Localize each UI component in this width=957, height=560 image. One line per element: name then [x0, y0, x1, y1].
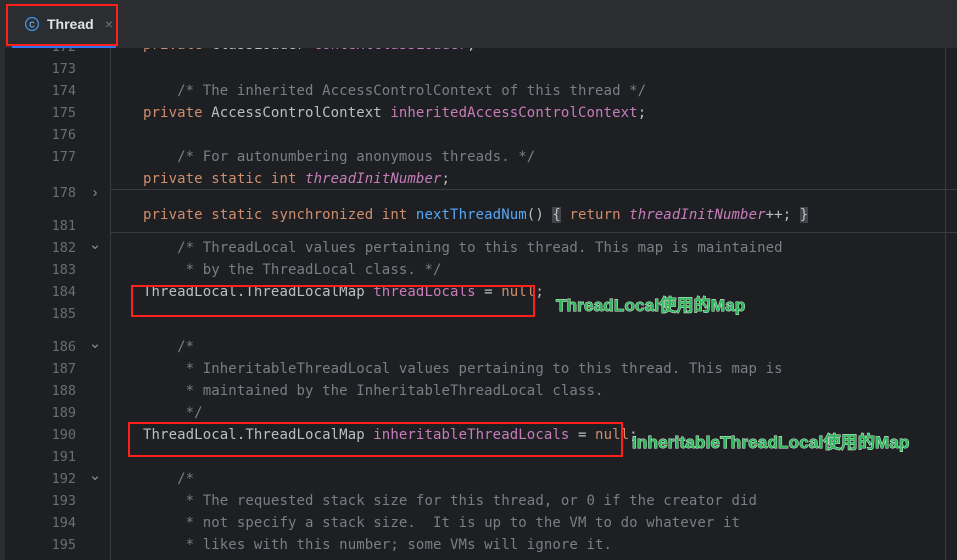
code-row: private AccessControlContext inheritedAc… [111, 102, 957, 124]
line-number: 195 [51, 537, 76, 553]
line-number: 181 [51, 218, 76, 234]
gutter-row: 194 [5, 512, 110, 534]
line-number: 175 [51, 105, 76, 121]
line-number: 176 [51, 127, 76, 143]
fold-expanded-icon[interactable] [88, 237, 102, 259]
gutter-row: 186 [5, 336, 110, 358]
line-number: 173 [51, 61, 76, 77]
gutter-row: 185 [5, 303, 110, 325]
code-line-178: private static synchronized int nextThre… [143, 207, 809, 223]
gutter-row: 195 [5, 534, 110, 556]
fold-collapsed-icon[interactable] [88, 182, 102, 204]
code-line-190: ThreadLocal.ThreadLocalMap inheritableTh… [143, 427, 638, 443]
tab-thread[interactable]: C Thread × [12, 4, 123, 44]
code-line-193: * The requested stack size for this thre… [143, 493, 758, 509]
gutter-row: 182 [5, 237, 110, 259]
line-number: 183 [51, 262, 76, 278]
line-number: 191 [51, 449, 76, 465]
code-row: /* For autonumbering anonymous threads. … [111, 146, 957, 168]
code-row: */ [111, 402, 957, 424]
tab-label: Thread [47, 16, 94, 32]
ide-editor-window: C Thread × 172 173 174 175 1 [0, 0, 957, 560]
gutter-row: 177 [5, 146, 110, 168]
gutter-row: 172 [5, 48, 110, 58]
gutter-row: 192 [5, 468, 110, 490]
line-number: 178 [51, 185, 76, 201]
code-line-173: /* The inherited AccessControlContext of… [143, 83, 647, 99]
java-class-icon: C [24, 16, 40, 32]
code-line-187: * InheritableThreadLocal values pertaini… [143, 361, 783, 377]
code-text-area[interactable]: private ClassLoader contextClassLoader; … [111, 48, 957, 560]
line-number-gutter: 172 173 174 175 176 177 178 181 [5, 48, 111, 560]
gutter-row: 173 [5, 58, 110, 80]
code-line-176: /* For autonumbering anonymous threads. … [143, 149, 536, 165]
line-number: 192 [51, 471, 76, 487]
code-line-171: private ClassLoader contextClassLoader; [143, 48, 476, 56]
code-line-188: * maintained by the InheritableThreadLoc… [143, 383, 604, 399]
code-row: * The requested stack size for this thre… [111, 490, 957, 512]
gutter-row: 187 [5, 358, 110, 380]
gutter-row: 174 [5, 80, 110, 102]
code-line-182: /* ThreadLocal values pertaining to this… [143, 240, 783, 256]
code-row: * by the ThreadLocal class. */ [111, 259, 957, 281]
annotation-label-inheritable-threadlocal-map: InheritableThreadLocal使用的Map [632, 433, 910, 453]
gutter-row: 184 [5, 281, 110, 303]
code-row: * maintained by the InheritableThreadLoc… [111, 380, 957, 402]
line-number: 184 [51, 284, 76, 300]
code-line-192: /* [143, 471, 195, 487]
code-line-194: * not specify a stack size. It is up to … [143, 515, 741, 531]
gutter-row: 178 [5, 182, 110, 204]
line-number: 188 [51, 383, 76, 399]
line-number: 182 [51, 240, 76, 256]
line-number: 189 [51, 405, 76, 421]
gutter-row: 190 [5, 424, 110, 446]
code-editor[interactable]: 172 173 174 175 176 177 178 181 [0, 48, 957, 560]
line-number: 185 [51, 306, 76, 322]
gutter-row: 191 [5, 446, 110, 468]
line-number: 177 [51, 149, 76, 165]
gutter-row: 181 [5, 215, 110, 237]
code-line-177: private static int threadInitNumber; [143, 171, 451, 187]
code-row: /* [111, 468, 957, 490]
code-row: * likes with this number; some VMs will … [111, 534, 957, 556]
line-number: 194 [51, 515, 76, 531]
code-row: private static int threadInitNumber; [111, 168, 957, 190]
svg-text:C: C [29, 20, 35, 29]
gutter-row: 193 [5, 490, 110, 512]
code-row: /* ThreadLocal values pertaining to this… [111, 237, 957, 259]
code-line-184: ThreadLocal.ThreadLocalMap threadLocals … [143, 284, 544, 300]
gutter-row: 188 [5, 380, 110, 402]
gutter-row: 176 [5, 124, 110, 146]
editor-tab-bar: C Thread × [0, 0, 957, 49]
line-number: 186 [51, 339, 76, 355]
line-number: 190 [51, 427, 76, 443]
code-line-183: * by the ThreadLocal class. */ [143, 262, 442, 278]
close-icon[interactable]: × [105, 17, 113, 31]
code-row: /* The inherited AccessControlContext of… [111, 80, 957, 102]
line-number: 193 [51, 493, 76, 509]
code-line-189: */ [143, 405, 203, 421]
line-number: 174 [51, 83, 76, 99]
method-separator [111, 232, 957, 233]
code-row: private ClassLoader contextClassLoader; [111, 48, 957, 56]
code-row: /* [111, 336, 957, 358]
line-number: 172 [16, 48, 76, 58]
annotation-label-threadlocal-map: ThreadLocal使用的Map [556, 296, 746, 316]
fold-expanded-icon[interactable] [88, 336, 102, 358]
method-separator [111, 189, 957, 190]
gutter-row: 189 [5, 402, 110, 424]
code-row: ThreadLocal.ThreadLocalMap threadLocals … [111, 281, 957, 303]
gutter-row: 183 [5, 259, 110, 281]
line-number: 187 [51, 361, 76, 377]
code-row: * InheritableThreadLocal values pertaini… [111, 358, 957, 380]
code-line-195: * likes with this number; some VMs will … [143, 537, 613, 553]
gutter-row: 175 [5, 102, 110, 124]
code-row: * not specify a stack size. It is up to … [111, 512, 957, 534]
code-line-186: /* [143, 339, 195, 355]
code-row: private static synchronized int nextThre… [111, 204, 957, 226]
code-line-174: private AccessControlContext inheritedAc… [143, 105, 647, 121]
fold-expanded-icon[interactable] [88, 468, 102, 490]
editor-right-divider [945, 48, 946, 560]
